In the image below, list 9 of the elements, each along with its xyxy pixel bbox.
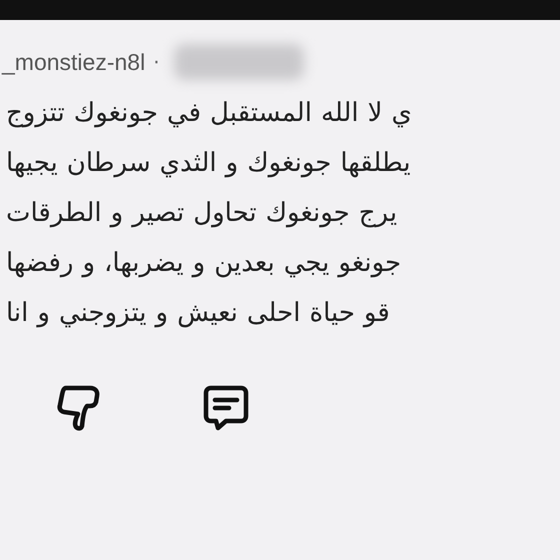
comment-text-line: رفضها و يضربها، و بعدين يجي جونغو <box>6 248 402 278</box>
comment-text-line: الطرقات و تصير تحاول جونغوك يرج <box>6 198 398 228</box>
separator-dot: · <box>153 50 160 74</box>
comment-text-line: انا و يتزوجني و نعيش احلى حياة قو <box>6 298 391 328</box>
comment-text-line: تتزوج جونغوك في المستقبل الله لا ي <box>6 98 413 128</box>
comment-text-line: يجيها سرطان الثدي و جونغوك يطلقها <box>6 148 412 178</box>
username[interactable]: _monstiez-n8l <box>2 48 146 76</box>
dislike-icon[interactable] <box>56 384 102 432</box>
comment-icon[interactable] <box>202 384 250 432</box>
